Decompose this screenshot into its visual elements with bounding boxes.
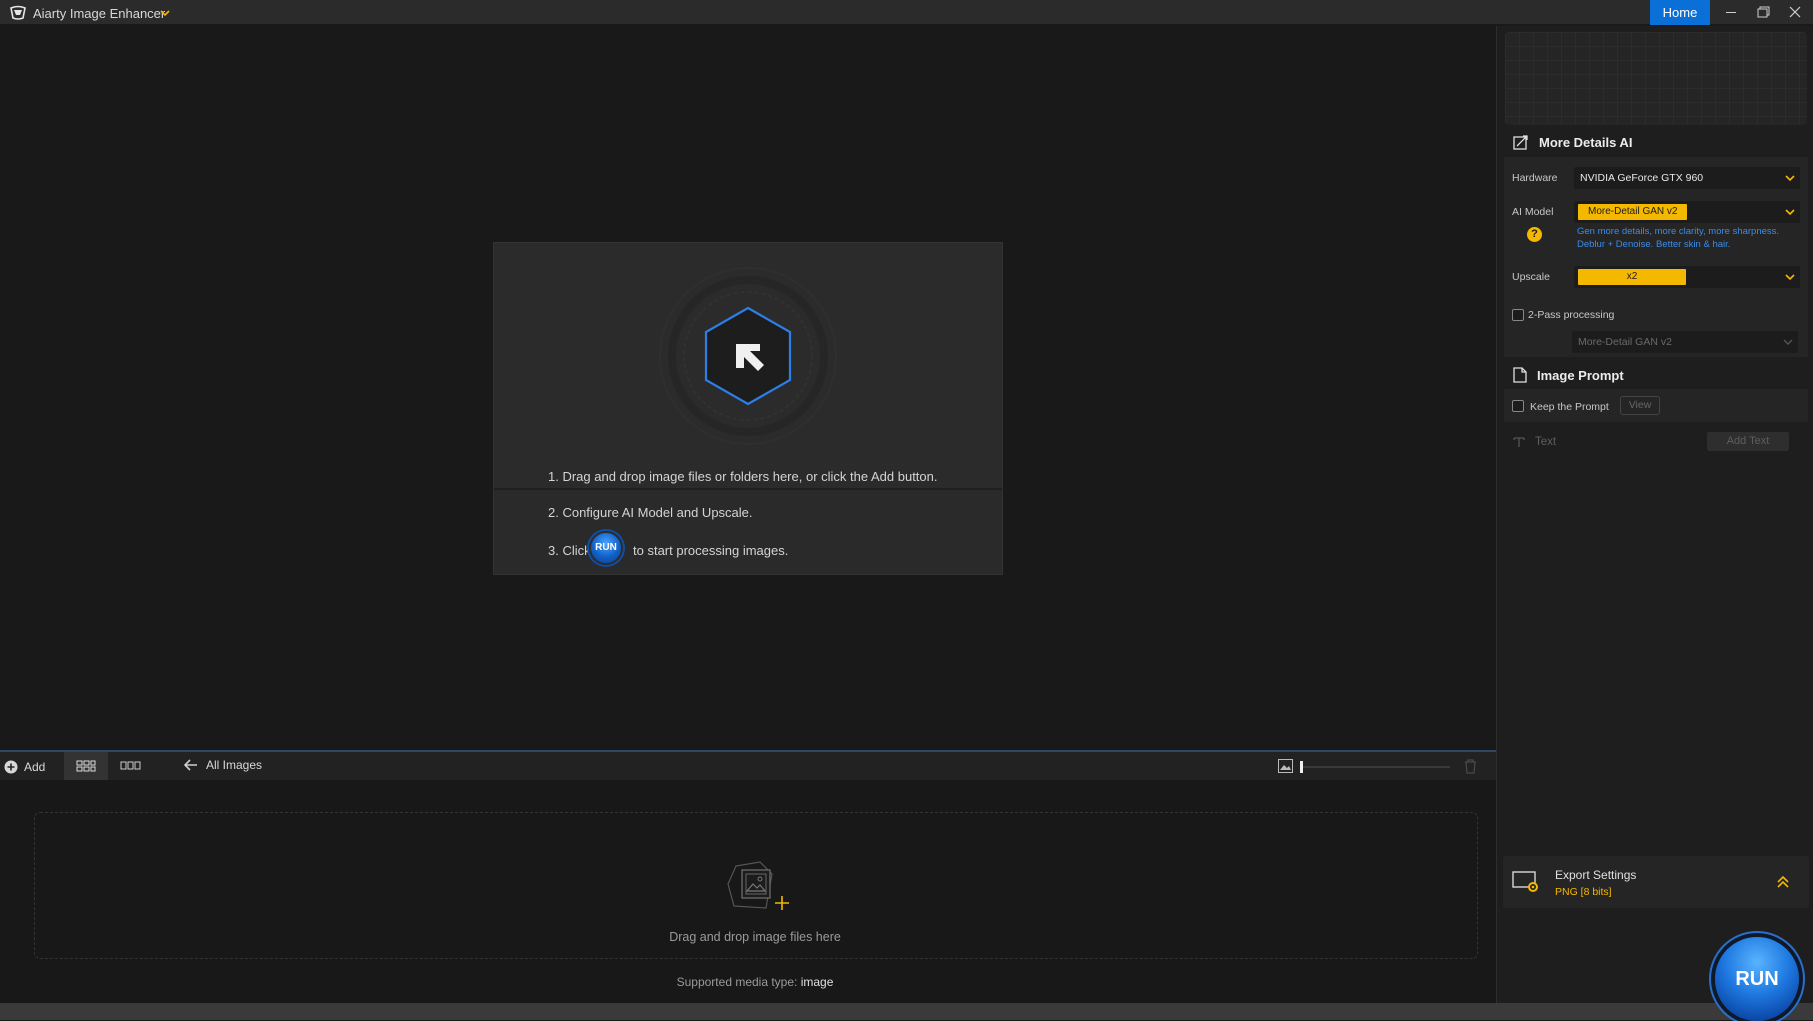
- prompt-section-header: Image Prompt: [1513, 367, 1624, 383]
- ai-section-header: More Details AI: [1513, 134, 1632, 150]
- help-icon[interactable]: ?: [1527, 227, 1542, 242]
- add-label: Add: [24, 760, 46, 774]
- hardware-select[interactable]: NVIDIA GeForce GTX 960: [1574, 167, 1800, 189]
- export-settings-icon: [1512, 871, 1538, 892]
- plus-circle-icon: [4, 760, 18, 774]
- strip-view-button[interactable]: [110, 752, 150, 780]
- ai-model-select[interactable]: More-Detail GAN v2: [1574, 201, 1800, 223]
- chevron-down-icon[interactable]: [158, 6, 172, 20]
- thumbnail-zoom-slider[interactable]: [1300, 761, 1450, 773]
- two-pass-checkbox[interactable]: [1512, 309, 1524, 321]
- close-icon[interactable]: [1779, 0, 1811, 25]
- all-images-label: All Images: [206, 758, 263, 772]
- guide-step-3-suffix: to start processing images.: [633, 543, 789, 558]
- zoom-slider-handle[interactable]: [1300, 761, 1303, 773]
- grid-view-button[interactable]: [64, 752, 108, 780]
- drop-hint: Drag and drop image files here: [669, 930, 841, 944]
- guide-step-3-prefix: 3. Click: [548, 543, 591, 558]
- back-arrow-icon: [184, 759, 197, 771]
- grid-icon: [76, 760, 96, 772]
- prompt-settings-box: Keep the Prompt View: [1504, 389, 1808, 422]
- upscale-label: Upscale: [1512, 271, 1550, 283]
- supported-media: Supported media type: image: [0, 975, 1510, 989]
- run-badge-icon: RUN: [589, 531, 623, 565]
- upscale-select[interactable]: x2: [1574, 266, 1800, 288]
- chevron-down-icon: [1785, 209, 1795, 216]
- supported-label: Supported media type:: [676, 975, 798, 989]
- two-pass-label: 2-Pass processing: [1528, 309, 1615, 321]
- ai-section-title: More Details AI: [1539, 134, 1633, 150]
- ai-model-description: Gen more details, more clarity, more sha…: [1577, 226, 1780, 250]
- image-list-toolbar: Add All Images: [0, 750, 1496, 780]
- filmstrip-icon: [120, 761, 141, 770]
- restore-icon[interactable]: [1747, 0, 1779, 25]
- image-drop-area[interactable]: Drag and drop image files here Supported…: [0, 780, 1496, 1003]
- ai-model-value: More-Detail GAN v2: [1578, 204, 1688, 220]
- minimize-icon[interactable]: [1715, 0, 1747, 25]
- trash-icon[interactable]: [1464, 759, 1477, 774]
- run-button[interactable]: RUN: [1715, 937, 1799, 1021]
- add-button[interactable]: Add: [4, 758, 45, 776]
- two-pass-model-value: More-Detail GAN v2: [1578, 336, 1672, 348]
- text-icon: [1513, 437, 1525, 447]
- prompt-section-title: Image Prompt: [1537, 367, 1624, 383]
- enhance-icon: [1513, 135, 1528, 150]
- home-button[interactable]: Home: [1650, 0, 1710, 25]
- export-settings[interactable]: Export Settings PNG [8 bits]: [1503, 856, 1809, 908]
- export-title: Export Settings: [1555, 868, 1637, 882]
- preview-canvas[interactable]: 1. Drag and drop image files or folders …: [0, 26, 1496, 750]
- add-image-icon[interactable]: [726, 860, 792, 912]
- hardware-label: Hardware: [1512, 172, 1558, 184]
- add-hexagon-icon[interactable]: [653, 261, 843, 451]
- text-label: Text: [1535, 436, 1557, 448]
- ai-settings-box: Hardware NVIDIA GeForce GTX 960 AI Model…: [1504, 157, 1808, 357]
- guide-step-2: 2. Configure AI Model and Upscale.: [548, 505, 753, 520]
- ai-model-label: AI Model: [1512, 206, 1554, 218]
- horizontal-scrollbar[interactable]: [0, 1003, 1813, 1020]
- chevron-down-icon: [1785, 175, 1795, 182]
- title-bar: Aiarty Image Enhancer Home: [0, 0, 1813, 25]
- two-pass-model-select[interactable]: More-Detail GAN v2: [1572, 331, 1798, 353]
- keep-prompt-label: Keep the Prompt: [1530, 401, 1609, 413]
- export-format: PNG [8 bits]: [1555, 886, 1612, 898]
- guide-step-1: 1. Drag and drop image files or folders …: [548, 469, 938, 484]
- app-logo-icon: [10, 5, 26, 20]
- all-images-back[interactable]: All Images: [184, 758, 262, 772]
- upscale-value: x2: [1578, 269, 1686, 285]
- guide-illustration-area: [494, 243, 1002, 490]
- navigator-preview[interactable]: [1505, 32, 1807, 125]
- keep-prompt-checkbox[interactable]: [1512, 400, 1524, 412]
- getting-started-guide: 1. Drag and drop image files or folders …: [493, 242, 1003, 575]
- chevron-down-icon: [1785, 274, 1795, 281]
- add-text-button[interactable]: Add Text: [1707, 432, 1789, 451]
- chevron-down-icon: [1783, 339, 1793, 345]
- thumbnail-size-icon: [1278, 759, 1293, 773]
- hardware-value: NVIDIA GeForce GTX 960: [1580, 172, 1704, 184]
- double-chevron-up-icon[interactable]: [1775, 874, 1791, 890]
- supported-value: image: [800, 975, 834, 989]
- document-icon: [1513, 367, 1527, 383]
- app-title: Aiarty Image Enhancer: [33, 6, 166, 21]
- view-prompt-button[interactable]: View: [1620, 396, 1660, 415]
- settings-panel: More Details AI Hardware NVIDIA GeForce …: [1496, 26, 1813, 1021]
- run-area: RUN: [1497, 911, 1813, 1021]
